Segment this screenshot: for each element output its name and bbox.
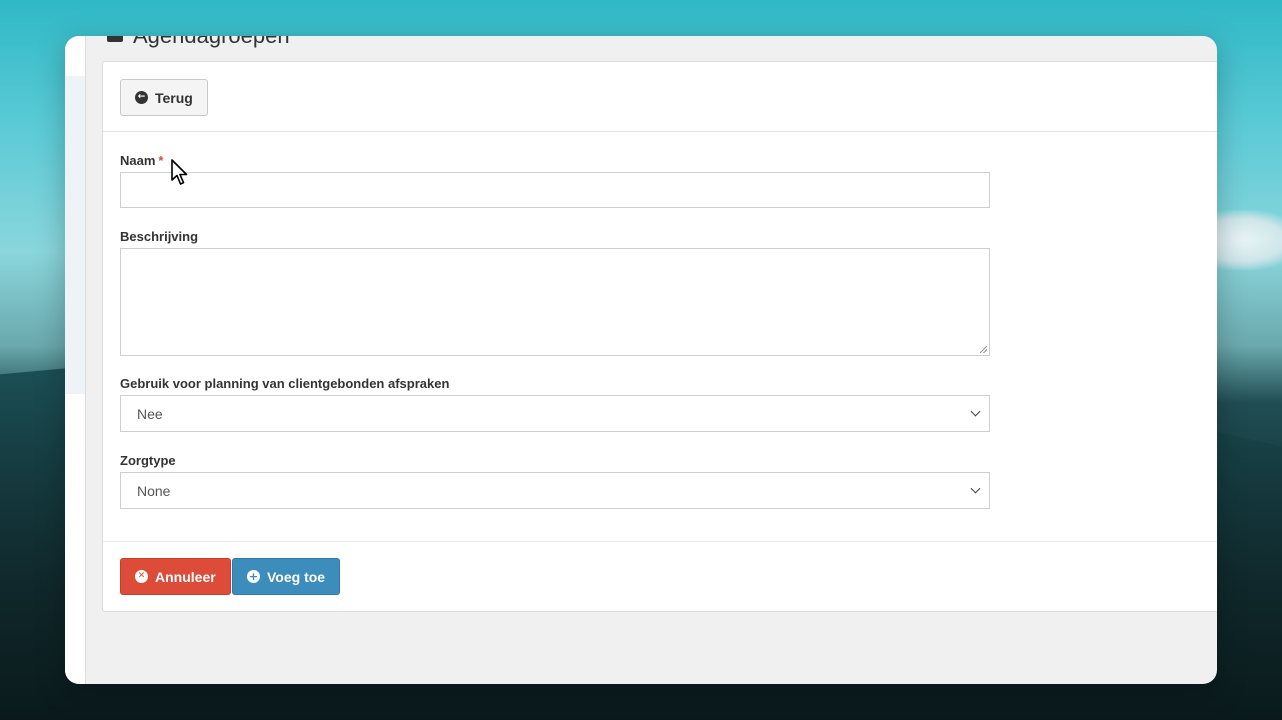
caretype-label: Zorgtype — [120, 453, 176, 468]
panel-toolbar: ← Terug — [103, 62, 1217, 132]
back-button-label: Terug — [155, 89, 193, 106]
mouse-cursor-icon — [171, 159, 188, 185]
form-panel: ← Terug Naam * Beschrijving Gebruik voor … — [102, 61, 1217, 612]
add-button[interactable]: + Voeg toe — [232, 558, 341, 595]
sidebar-strip — [65, 36, 85, 684]
chevron-down-icon — [970, 483, 981, 494]
planning-label: Gebruik voor planning van clientgebonden… — [120, 376, 450, 391]
description-textarea[interactable] — [120, 248, 990, 356]
cancel-button-label: Annuleer — [155, 568, 216, 585]
briefcase-icon — [107, 36, 123, 42]
planning-select[interactable]: Nee — [120, 395, 990, 432]
name-field[interactable] — [120, 172, 990, 208]
back-button[interactable]: ← Terug — [120, 79, 208, 116]
resize-handle[interactable] — [980, 346, 987, 353]
plus-circle-icon: + — [247, 570, 260, 583]
required-marker: * — [158, 153, 164, 168]
page-header: Agendagroepen — [107, 36, 290, 48]
caretype-select[interactable]: None — [120, 472, 990, 509]
arrow-circle-left-icon: ← — [135, 91, 148, 104]
sidebar-strip-inner — [65, 76, 85, 394]
caretype-selected-value: None — [137, 482, 171, 499]
chevron-down-icon — [970, 406, 981, 417]
panel-footer: ✕ Annuleer + Voeg toe — [103, 541, 1217, 611]
form-body: Naam * Beschrijving Gebruik voor planning… — [103, 132, 1217, 542]
times-circle-icon: ✕ — [135, 570, 148, 583]
cancel-button[interactable]: ✕ Annuleer — [120, 558, 231, 595]
add-button-label: Voeg toe — [267, 568, 326, 585]
sidebar-divider — [85, 36, 86, 684]
name-label-text: Naam — [120, 153, 156, 168]
app-window: Agendagroepen ← Terug Naam* Beschrijving… — [65, 36, 1217, 684]
name-label: Naam * — [120, 153, 163, 168]
page-title: Agendagroepen — [133, 36, 290, 49]
description-label: Beschrijving — [120, 229, 199, 244]
planning-selected-value: Nee — [137, 405, 163, 422]
